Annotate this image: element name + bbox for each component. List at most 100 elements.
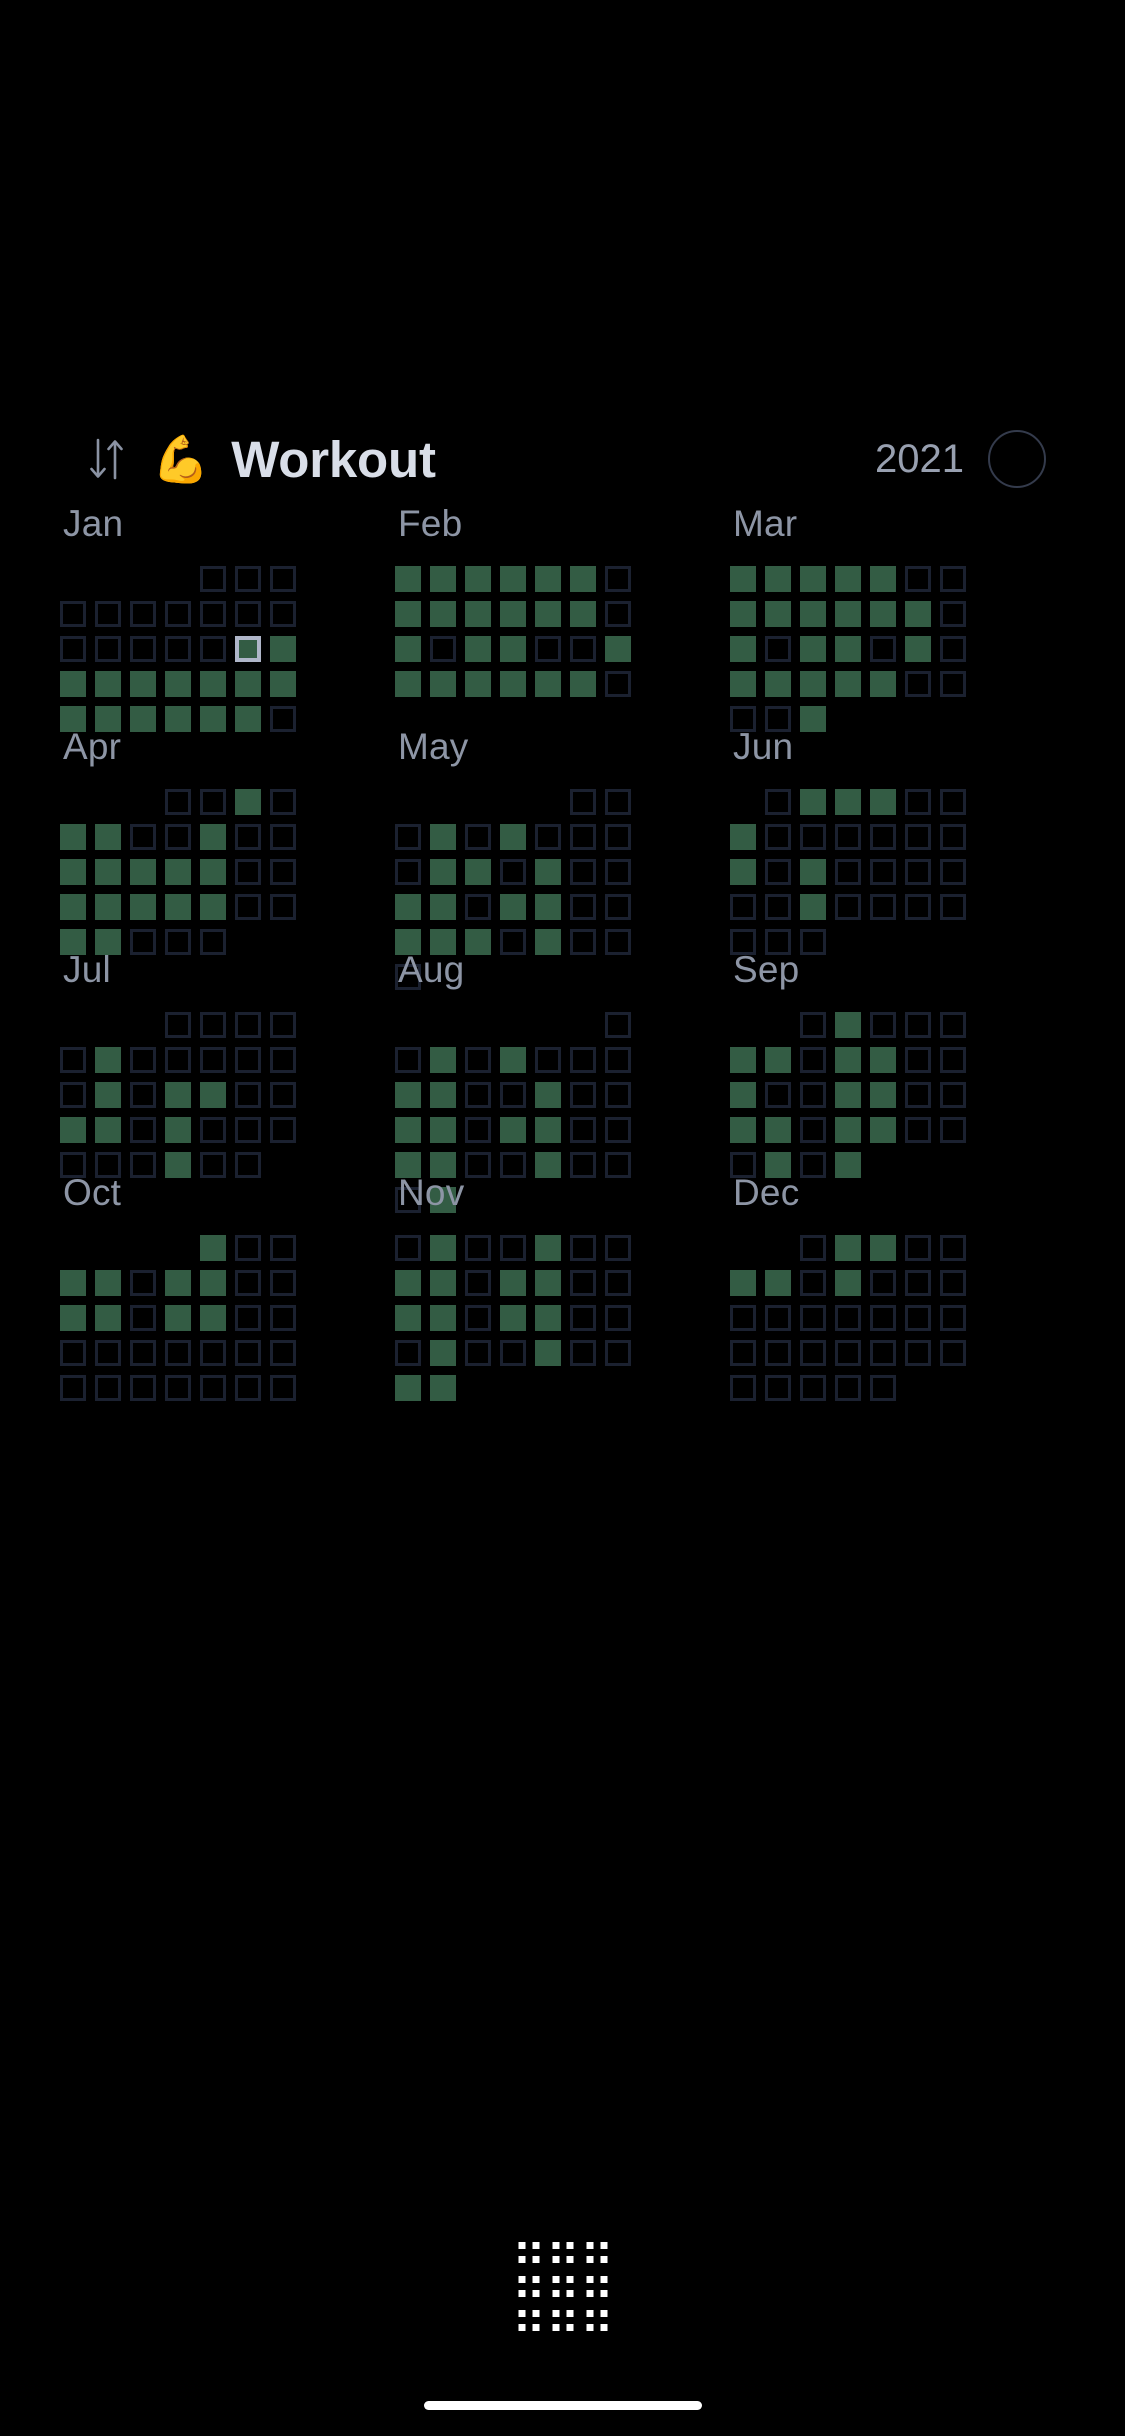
day-cell[interactable] [465,1305,491,1331]
day-cell[interactable] [835,1047,861,1073]
day-cell[interactable] [200,1340,226,1366]
day-cell[interactable] [165,1117,191,1143]
day-cell[interactable] [730,1047,756,1073]
day-cell[interactable] [235,1117,261,1143]
day-cell[interactable] [270,1305,296,1331]
day-cell[interactable] [835,894,861,920]
day-cell[interactable] [765,1117,791,1143]
day-cell[interactable] [165,789,191,815]
day-cell[interactable] [130,1117,156,1143]
day-cell[interactable] [430,636,456,662]
day-cell[interactable] [500,601,526,627]
day-cell[interactable] [940,1340,966,1366]
day-cell[interactable] [60,859,86,885]
day-cell[interactable] [765,789,791,815]
day-cell[interactable] [270,1340,296,1366]
day-cell[interactable] [430,566,456,592]
day-cell[interactable] [200,671,226,697]
day-cell[interactable] [395,601,421,627]
day-cell[interactable] [165,601,191,627]
day-cell[interactable] [765,1082,791,1108]
day-cell[interactable] [905,1082,931,1108]
day-cell[interactable] [165,824,191,850]
day-cell[interactable] [765,636,791,662]
day-cell[interactable] [465,1082,491,1108]
day-cell[interactable] [535,671,561,697]
day-cell[interactable] [800,671,826,697]
day-cell[interactable] [200,1375,226,1401]
day-cell[interactable] [95,894,121,920]
day-cell[interactable] [870,789,896,815]
day-cell[interactable] [95,1117,121,1143]
day-cell[interactable] [235,636,261,662]
day-cell[interactable] [395,894,421,920]
day-cell[interactable] [130,1270,156,1296]
day-cell[interactable] [165,1340,191,1366]
day-cell[interactable] [940,1012,966,1038]
day-cell[interactable] [730,1305,756,1331]
day-cell[interactable] [165,894,191,920]
day-cell[interactable] [570,824,596,850]
day-cell[interactable] [430,859,456,885]
day-cell[interactable] [165,671,191,697]
day-cell[interactable] [200,1305,226,1331]
day-cell[interactable] [765,601,791,627]
day-cell[interactable] [905,1047,931,1073]
day-cell[interactable] [730,671,756,697]
day-cell[interactable] [235,894,261,920]
day-cell[interactable] [905,1270,931,1296]
day-cell[interactable] [730,636,756,662]
day-cell[interactable] [500,1082,526,1108]
day-cell[interactable] [905,789,931,815]
day-cell[interactable] [95,859,121,885]
day-cell[interactable] [730,1375,756,1401]
day-cell[interactable] [60,1375,86,1401]
day-cell[interactable] [835,1012,861,1038]
day-cell[interactable] [870,1375,896,1401]
day-cell[interactable] [235,1082,261,1108]
day-cell[interactable] [200,824,226,850]
day-cell[interactable] [95,636,121,662]
day-cell[interactable] [570,636,596,662]
day-cell[interactable] [535,1047,561,1073]
home-indicator[interactable] [423,2401,702,2410]
day-cell[interactable] [535,1235,561,1261]
day-cell[interactable] [570,1047,596,1073]
day-cell[interactable] [605,894,631,920]
day-cell[interactable] [60,1305,86,1331]
day-cell[interactable] [95,671,121,697]
day-cell[interactable] [870,671,896,697]
day-cell[interactable] [835,1235,861,1261]
day-cell[interactable] [395,566,421,592]
day-cell[interactable] [535,894,561,920]
day-cell[interactable] [605,1047,631,1073]
day-cell[interactable] [870,601,896,627]
day-cell[interactable] [500,1270,526,1296]
day-cell[interactable] [835,1117,861,1143]
day-cell[interactable] [765,894,791,920]
day-cell[interactable] [465,636,491,662]
day-cell[interactable] [95,1305,121,1331]
day-cell[interactable] [570,1305,596,1331]
day-cell[interactable] [605,1012,631,1038]
sort-arrows-icon[interactable] [86,435,130,483]
day-cell[interactable] [905,1012,931,1038]
day-cell[interactable] [60,601,86,627]
day-cell[interactable] [800,859,826,885]
day-cell[interactable] [235,1340,261,1366]
day-cell[interactable] [905,1340,931,1366]
day-cell[interactable] [765,859,791,885]
day-cell[interactable] [870,824,896,850]
day-cell[interactable] [570,1235,596,1261]
day-cell[interactable] [800,824,826,850]
day-cell[interactable] [200,1117,226,1143]
day-cell[interactable] [765,566,791,592]
day-cell[interactable] [940,636,966,662]
day-cell[interactable] [95,1047,121,1073]
day-cell[interactable] [130,671,156,697]
day-cell[interactable] [200,1047,226,1073]
day-cell[interactable] [940,1047,966,1073]
day-cell[interactable] [430,671,456,697]
day-cell[interactable] [60,636,86,662]
day-cell[interactable] [730,894,756,920]
